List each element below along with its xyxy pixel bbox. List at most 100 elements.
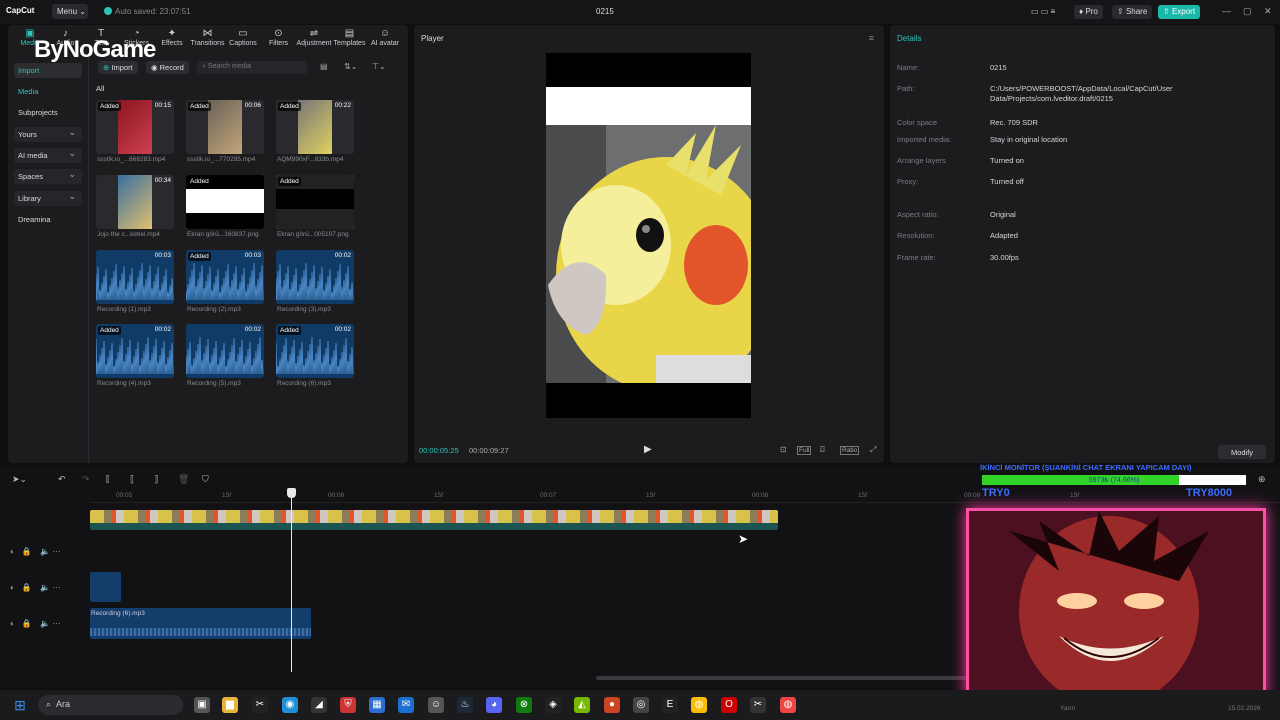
audio-clip[interactable]: Recording (6).mp3 bbox=[90, 608, 311, 639]
media-thumbnail[interactable]: 00:34 bbox=[96, 175, 174, 229]
trim-right-icon[interactable]: ⟧ bbox=[154, 474, 158, 485]
store-icon[interactable]: ▦ bbox=[369, 697, 385, 713]
app-icon[interactable]: ◎ bbox=[633, 697, 649, 713]
view-toggle-icon[interactable]: ▤ bbox=[320, 62, 328, 71]
tab-filters[interactable]: ⊙ Filters bbox=[261, 28, 297, 47]
tab-transitions[interactable]: ⋈ Transitions bbox=[190, 28, 226, 47]
share-button[interactable]: ⇪ Share bbox=[1112, 5, 1153, 19]
file-explorer-icon[interactable]: ▆ bbox=[222, 697, 238, 713]
mouse-cursor-icon: ➤ bbox=[738, 532, 749, 546]
layout-icon[interactable]: ▭ ▭ ≡ bbox=[1026, 5, 1060, 19]
sidebar-item-library[interactable]: Library bbox=[14, 191, 82, 206]
sidebar-item-yours[interactable]: Yours bbox=[14, 127, 82, 142]
trim-left-icon[interactable]: ⟦ bbox=[130, 474, 134, 485]
edge-icon[interactable]: ◉ bbox=[282, 697, 298, 713]
preview-canvas[interactable] bbox=[546, 53, 751, 418]
templates-icon: ▤ bbox=[344, 28, 355, 39]
fullscreen-icon[interactable]: ⤢ bbox=[870, 445, 876, 455]
chat-icon[interactable]: ☺ bbox=[428, 697, 444, 713]
player-panel: Player ≡ 00:00:05:25 00:00:09:27 ▶ ⊡ Ful… bbox=[414, 25, 884, 463]
zoom-fit-icon[interactable]: ⊕ bbox=[1258, 474, 1266, 485]
media-filename: ssstik.io_...668283.mp4 bbox=[97, 156, 166, 163]
steam-icon[interactable]: ♨ bbox=[457, 697, 473, 713]
track-controls-3[interactable]: ◐ 🔒 🔈 ⋯ bbox=[10, 619, 61, 628]
media-thumbnail[interactable]: Added 00:22 bbox=[276, 100, 354, 154]
taskbar-day: Yarın bbox=[1060, 705, 1076, 712]
tab-adjustment[interactable]: ⇌ Adjustment bbox=[296, 28, 332, 47]
capcut-icon-2[interactable]: ✂ bbox=[750, 697, 766, 713]
sidebar-item-spaces[interactable]: Spaces bbox=[14, 169, 82, 184]
filter-icon[interactable]: ⊤⌄ bbox=[372, 62, 386, 71]
media-thumbnail[interactable]: Added bbox=[186, 175, 264, 229]
media-thumbnail[interactable]: Added 00:15 bbox=[96, 100, 174, 154]
media-thumbnail[interactable]: 00:02 bbox=[186, 324, 264, 378]
menu-button[interactable]: Menu ⌄ bbox=[52, 4, 88, 19]
crop-icon[interactable]: ⊡ bbox=[780, 445, 787, 454]
track-controls-2[interactable]: ◐ 🔒 🔈 ⋯ bbox=[10, 583, 61, 592]
media-thumbnail[interactable]: Added bbox=[276, 175, 354, 229]
sidebar-item-subprojects[interactable]: Subprojects bbox=[14, 105, 82, 120]
playhead-handle[interactable] bbox=[287, 488, 296, 498]
playhead[interactable] bbox=[291, 490, 292, 672]
record-icon[interactable]: ● bbox=[604, 697, 620, 713]
xbox-icon[interactable]: ⊗ bbox=[516, 697, 532, 713]
capcut-icon[interactable]: ✂ bbox=[252, 697, 268, 713]
minimize-icon[interactable]: — bbox=[1222, 6, 1231, 16]
maximize-icon[interactable]: ▢ bbox=[1243, 6, 1252, 17]
modify-button[interactable]: Modify bbox=[1218, 445, 1266, 459]
outlook-icon[interactable]: ✉ bbox=[398, 697, 414, 713]
media-filename: Jojo the c...ketiel.mp4 bbox=[97, 231, 160, 238]
track-controls-1[interactable]: ◐ 🔒 🔈 ⋯ bbox=[10, 547, 61, 556]
pro-button[interactable]: ♦ Pro bbox=[1074, 5, 1103, 19]
chrome-beta-icon[interactable]: ◍ bbox=[780, 697, 796, 713]
sidebar-item-ai-media[interactable]: AI media bbox=[14, 148, 82, 163]
redo-icon[interactable]: ↷ bbox=[82, 474, 90, 485]
media-thumbnail[interactable]: Added 00:02 bbox=[96, 324, 174, 378]
delete-icon[interactable]: 🗑 bbox=[178, 474, 189, 485]
media-thumbnail[interactable]: Added 00:03 bbox=[186, 250, 264, 304]
windows-start-icon[interactable]: ⊞ bbox=[12, 697, 28, 713]
screenshot-icon[interactable]: ⌼ bbox=[820, 445, 825, 455]
donation-min-label: TRY0 bbox=[982, 487, 1010, 499]
marker-icon[interactable]: ⛉ bbox=[202, 474, 209, 485]
sidebar-item-media[interactable]: Media bbox=[14, 84, 82, 99]
filter-all[interactable]: All bbox=[96, 84, 104, 93]
sidebar-item-import[interactable]: Import bbox=[14, 63, 82, 78]
tab-ai-avatar[interactable]: ☺ AI avatar bbox=[367, 28, 403, 47]
select-tool-icon[interactable]: ➤⌄ bbox=[12, 474, 27, 485]
export-button[interactable]: ⇧ Export bbox=[1158, 5, 1201, 19]
undo-icon[interactable]: ↶ bbox=[58, 474, 66, 485]
discord-icon[interactable]: ◕ bbox=[486, 697, 502, 713]
player-menu-icon[interactable]: ≡ bbox=[869, 33, 874, 43]
full-quality-button[interactable]: Full bbox=[797, 446, 812, 455]
chrome-icon[interactable]: ◍ bbox=[691, 697, 707, 713]
shield-icon[interactable]: ⛨ bbox=[340, 697, 356, 713]
main-video-clip[interactable] bbox=[90, 510, 778, 530]
play-icon[interactable]: ▶ bbox=[644, 444, 652, 455]
task-view-icon[interactable]: ▣ bbox=[194, 697, 210, 713]
media-thumbnail[interactable]: Added 00:02 bbox=[276, 324, 354, 378]
search-input[interactable]: ⌕ Search media bbox=[197, 61, 307, 74]
epic-icon[interactable]: E bbox=[662, 697, 678, 713]
obs-icon[interactable]: ◢ bbox=[311, 697, 327, 713]
tab-captions[interactable]: ▭ Captions bbox=[225, 28, 261, 47]
tab-templates[interactable]: ▤ Templates bbox=[332, 28, 368, 47]
media-thumbnail[interactable]: 00:02 bbox=[276, 250, 354, 304]
media-thumbnail[interactable]: 00:03 bbox=[96, 250, 174, 304]
close-icon[interactable]: ✕ bbox=[1264, 6, 1272, 17]
opera-icon[interactable]: O bbox=[721, 697, 737, 713]
taskbar-search[interactable]: ⌕ Ara bbox=[38, 695, 183, 715]
sort-icon[interactable]: ⇅⌄ bbox=[344, 62, 357, 71]
ratio-button[interactable]: Ratio bbox=[840, 446, 860, 455]
msi-icon[interactable]: ◈ bbox=[545, 697, 561, 713]
nvidia-icon[interactable]: ◭ bbox=[574, 697, 590, 713]
timeline-scrollbar[interactable] bbox=[596, 676, 966, 680]
app-logo: CapCut bbox=[6, 6, 35, 15]
detail-value: Stay in original location bbox=[990, 135, 1068, 144]
tab-effects[interactable]: ✦ Effects bbox=[154, 28, 190, 47]
tab-label: Effects bbox=[161, 40, 183, 47]
split-icon[interactable]: ⫿ bbox=[106, 474, 109, 485]
sidebar-item-dreamina[interactable]: Dreamina bbox=[14, 212, 82, 227]
audio-clip-small[interactable] bbox=[90, 572, 121, 602]
media-thumbnail[interactable]: Added 00:06 bbox=[186, 100, 264, 154]
